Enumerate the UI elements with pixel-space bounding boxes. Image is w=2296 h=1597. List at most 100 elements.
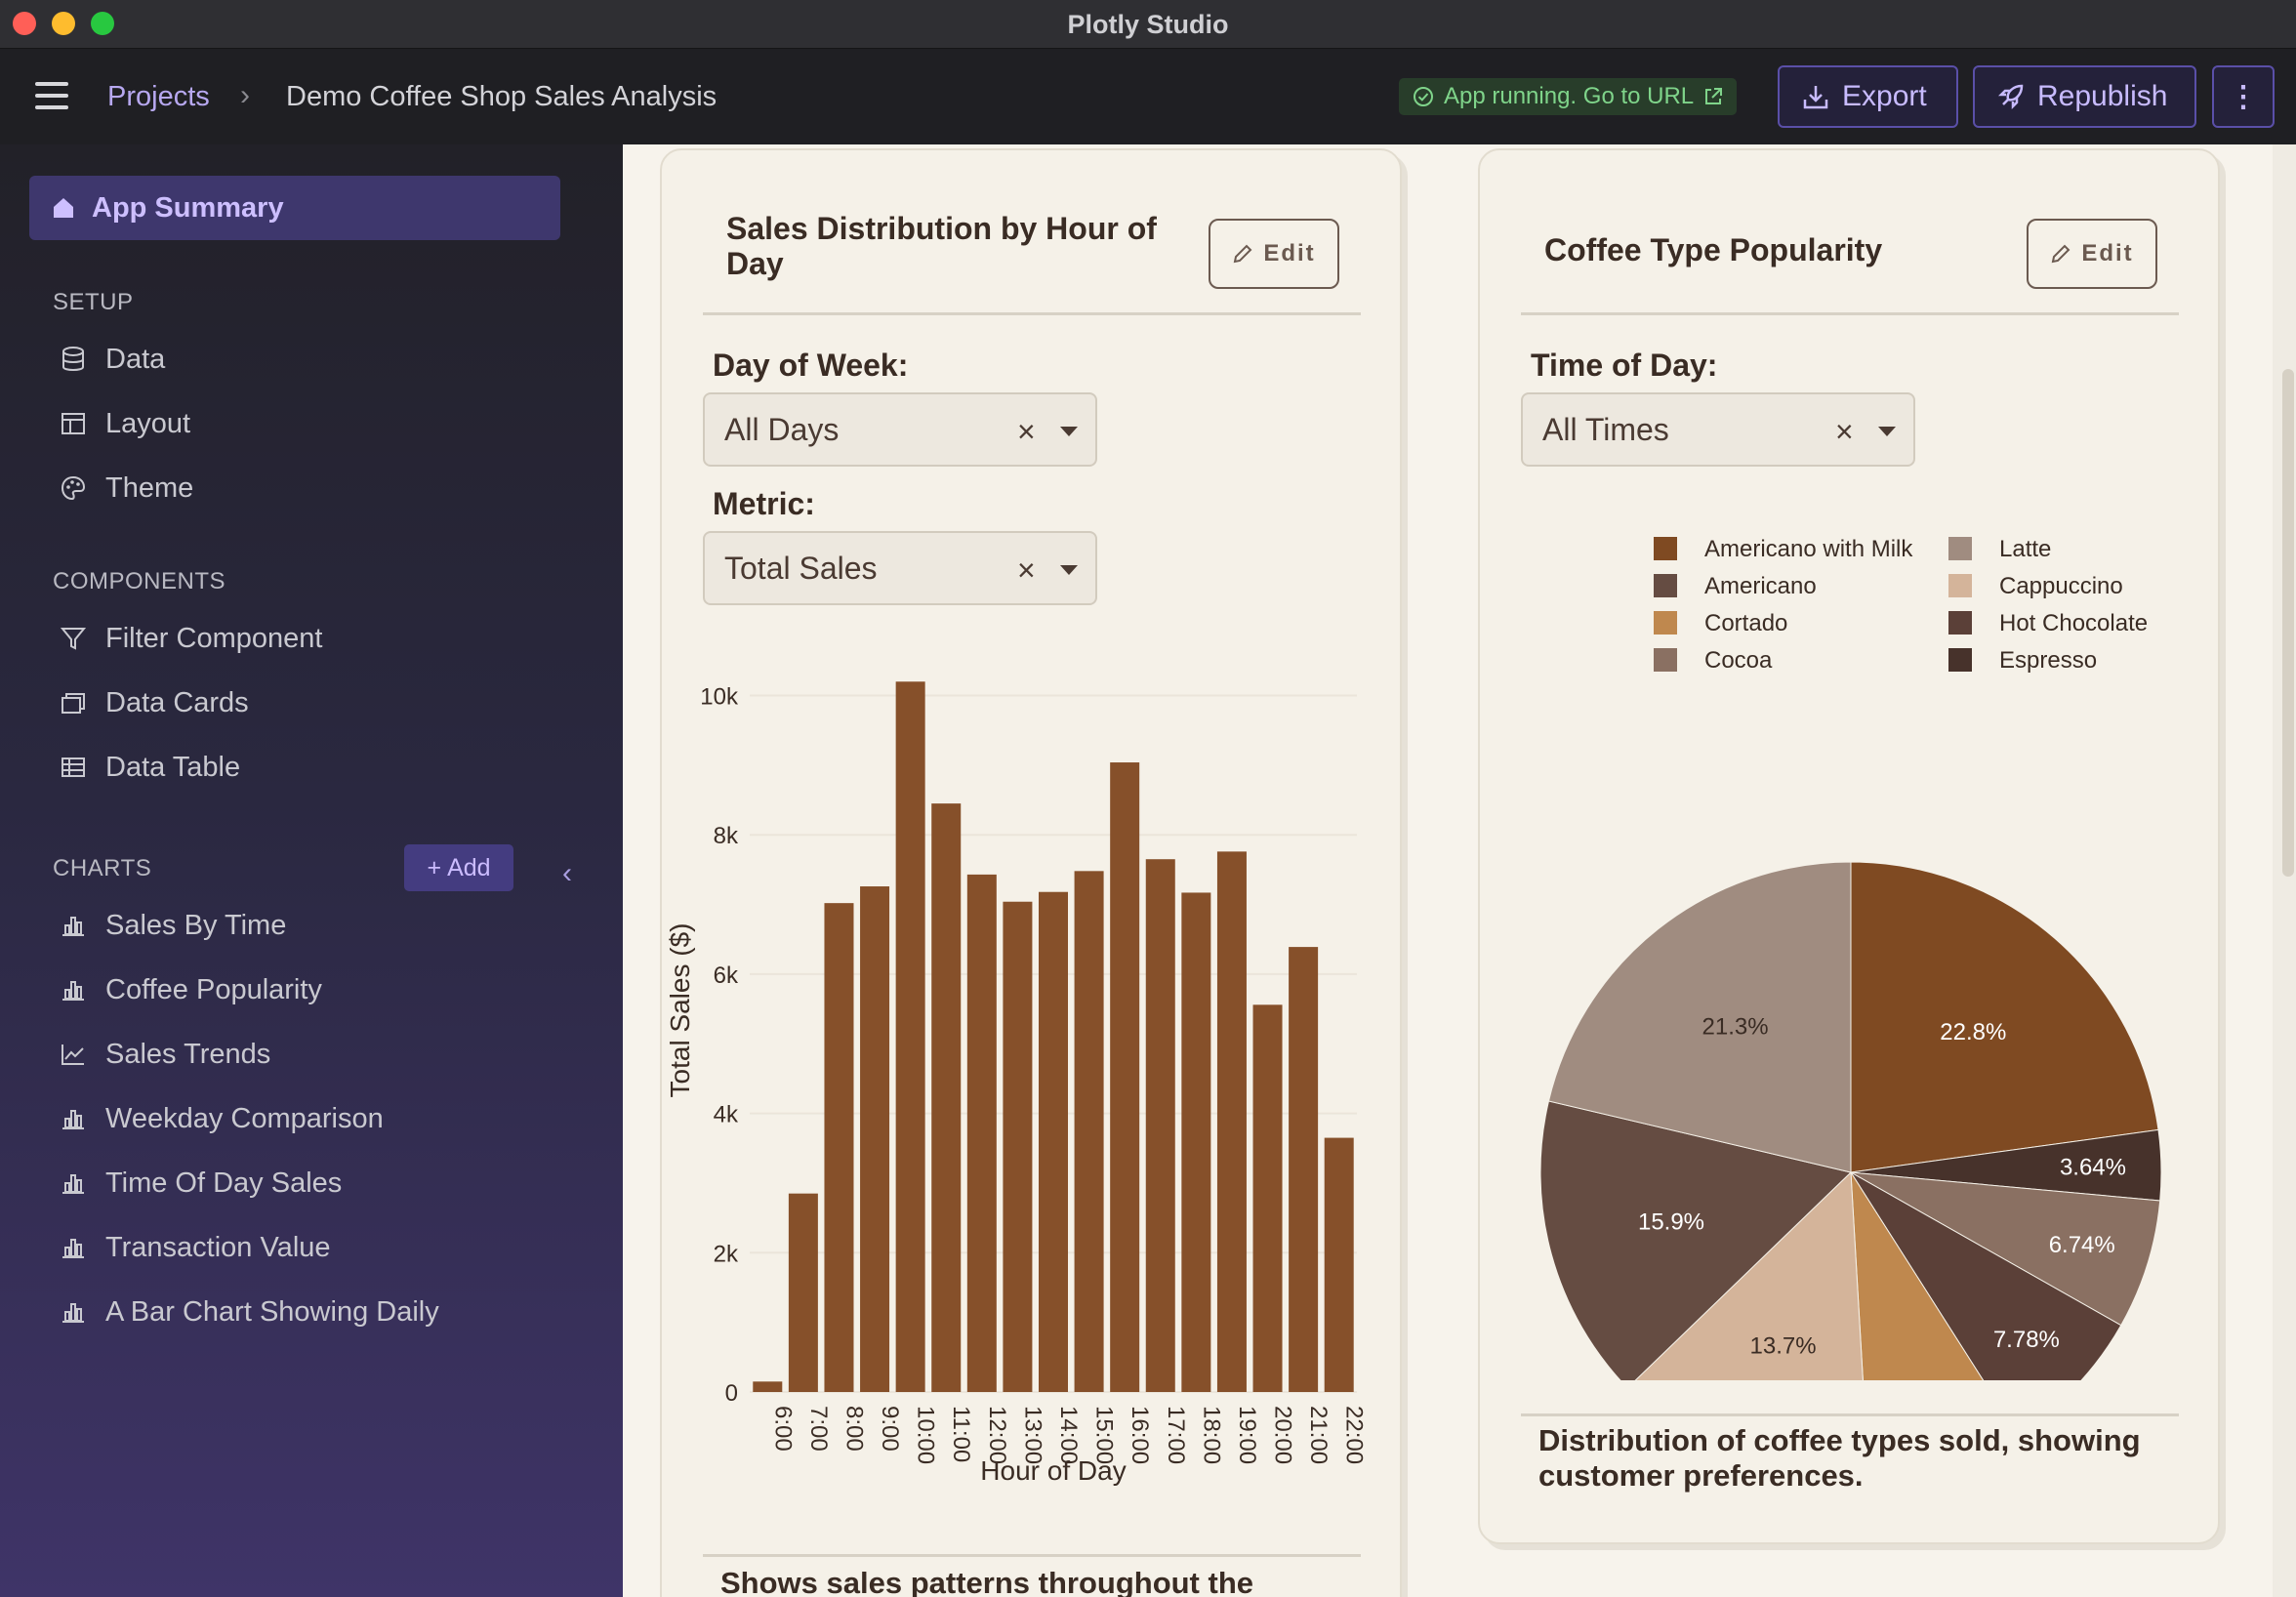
layout-icon [59,409,88,438]
scrollbar-thumb[interactable] [2282,369,2294,877]
menu-icon[interactable] [35,82,68,109]
legend-label: Americano [1704,573,1817,599]
x-tick-label: 6:00 [769,1406,796,1452]
sidebar-item-label: Theme [105,471,194,504]
card-title: Sales Distribution by Hour of Day [726,211,1157,281]
dropdown-value: Total Sales [724,551,878,586]
y-tick-label: 6k [714,962,739,989]
time-of-day-dropdown[interactable]: All Times × [1521,392,1915,467]
more-options-button[interactable]: ⋮ [2212,65,2275,128]
bar [1074,871,1104,1392]
y-tick-label: 0 [725,1380,738,1407]
legend-swatch [1654,537,1677,560]
scrollbar[interactable] [2273,144,2296,1597]
sidebar-item-theme[interactable]: Theme [59,467,193,510]
y-tick-label: 8k [714,823,739,849]
download-icon [1803,86,1828,109]
collapse-sidebar-chevron-icon[interactable]: ‹ [562,857,572,890]
window-title: Plotly Studio [1067,10,1229,39]
clear-icon[interactable]: × [1017,553,1036,589]
sidebar: App Summary SETUP Data Layout Theme COMP… [0,144,623,1597]
sidebar-chart-item[interactable]: Transaction Value [59,1226,331,1269]
sidebar-chart-item[interactable]: Weekday Comparison [59,1097,384,1140]
metric-dropdown[interactable]: Total Sales × [703,531,1097,605]
export-label: Export [1842,80,1927,112]
table-icon [59,753,88,782]
bar [1038,891,1069,1392]
edit-button[interactable]: Edit [1209,219,1339,289]
chevron-right-icon: › [240,79,250,111]
x-tick-label: 7:00 [805,1406,832,1452]
sales-by-hour-bar-chart: 02k4k6k8k10k6:00 7:00 8:00 9:00 10:00 11:00 12… [665,681,1368,1486]
caret-down-icon[interactable] [1878,427,1896,436]
republish-label: Republish [2037,80,2168,112]
time-of-day-label: Time of Day: [1531,348,1718,383]
sidebar-item-data-cards[interactable]: Data Cards [59,681,249,724]
export-button[interactable]: Export [1778,65,1958,128]
sidebar-item-label: Coffee Popularity [105,973,322,1005]
slice-label: 6.74% [2049,1232,2115,1258]
bar-chart-icon [59,1104,88,1133]
day-of-week-dropdown[interactable]: All Days × [703,392,1097,467]
bar [1252,1004,1283,1392]
sales-by-hour-card: Sales Distribution by Hour of Day Edit D… [660,148,1402,1597]
legend-swatch [1948,611,1972,635]
dropdown-value: All Times [1542,412,1669,447]
filter-icon [59,624,88,653]
caret-down-icon[interactable] [1060,565,1078,575]
sidebar-chart-item[interactable]: Sales By Time [59,904,286,947]
x-tick-label: 19:00 [1234,1406,1260,1464]
card-divider [1521,1413,2179,1416]
bar [895,681,925,1392]
add-chart-button[interactable]: + Add [404,844,513,891]
coffee-popularity-card: Coffee Type Popularity Edit Time of Day:… [1478,148,2220,1544]
edit-button[interactable]: Edit [2027,219,2157,289]
legend-label: Hot Chocolate [1999,610,2148,636]
clear-icon[interactable]: × [1017,414,1036,450]
bar [1289,947,1319,1392]
legend-swatch [1948,537,1972,560]
sidebar-item-label: Data [105,343,166,375]
republish-button[interactable]: Republish [1973,65,2196,128]
x-tick-label: 8:00 [840,1406,867,1452]
sidebar-chart-item[interactable]: A Bar Chart Showing Daily [59,1290,439,1333]
legend-label: Espresso [1999,647,2097,674]
app-running-status-link[interactable]: App running. Go to URL [1399,78,1738,115]
legend-swatch [1948,574,1972,597]
legend-label: Americano with Milk [1704,536,1913,562]
sidebar-item-app-summary[interactable]: App Summary [29,176,560,240]
sidebar-item-data-table[interactable]: Data Table [59,746,240,789]
section-title-charts: CHARTS [53,855,152,881]
bar-chart-icon [59,975,88,1004]
breadcrumb-projects-link[interactable]: Projects [107,81,210,113]
bar-chart-icon [59,1297,88,1327]
sidebar-item-label: Data Cards [105,686,249,718]
slice-label: 22.8% [1940,1019,2006,1045]
section-title-setup: SETUP [53,289,134,315]
sidebar-chart-item[interactable]: Time Of Day Sales [59,1162,342,1205]
bar-chart-icon [59,1233,88,1262]
palette-icon [59,473,88,503]
sidebar-item-label: Data Table [105,751,241,783]
sidebar-item-layout[interactable]: Layout [59,402,190,445]
sidebar-item-label: Weekday Comparison [105,1102,384,1134]
app-header: Projects › Demo Coffee Shop Sales Analys… [0,50,2296,144]
window-titlebar: Plotly Studio [0,0,2296,49]
card-divider [1521,312,2179,315]
legend-swatch [1654,611,1677,635]
add-label: Add [447,853,491,881]
sidebar-item-data[interactable]: Data [59,338,165,381]
line-chart-icon [59,1040,88,1069]
pencil-icon [1234,244,1252,264]
x-tick-label: 21:00 [1305,1406,1332,1464]
bar [860,886,890,1392]
caret-down-icon[interactable] [1060,427,1078,436]
clear-icon[interactable]: × [1835,414,1854,450]
sidebar-chart-item[interactable]: Coffee Popularity [59,968,322,1011]
card-divider [703,312,1361,315]
bar [1216,851,1247,1392]
rocket-icon [1997,84,2024,110]
sidebar-chart-item[interactable]: Sales Trends [59,1033,270,1076]
y-axis-title: Total Sales ($) [665,923,695,1098]
sidebar-item-filter-component[interactable]: Filter Component [59,617,322,660]
